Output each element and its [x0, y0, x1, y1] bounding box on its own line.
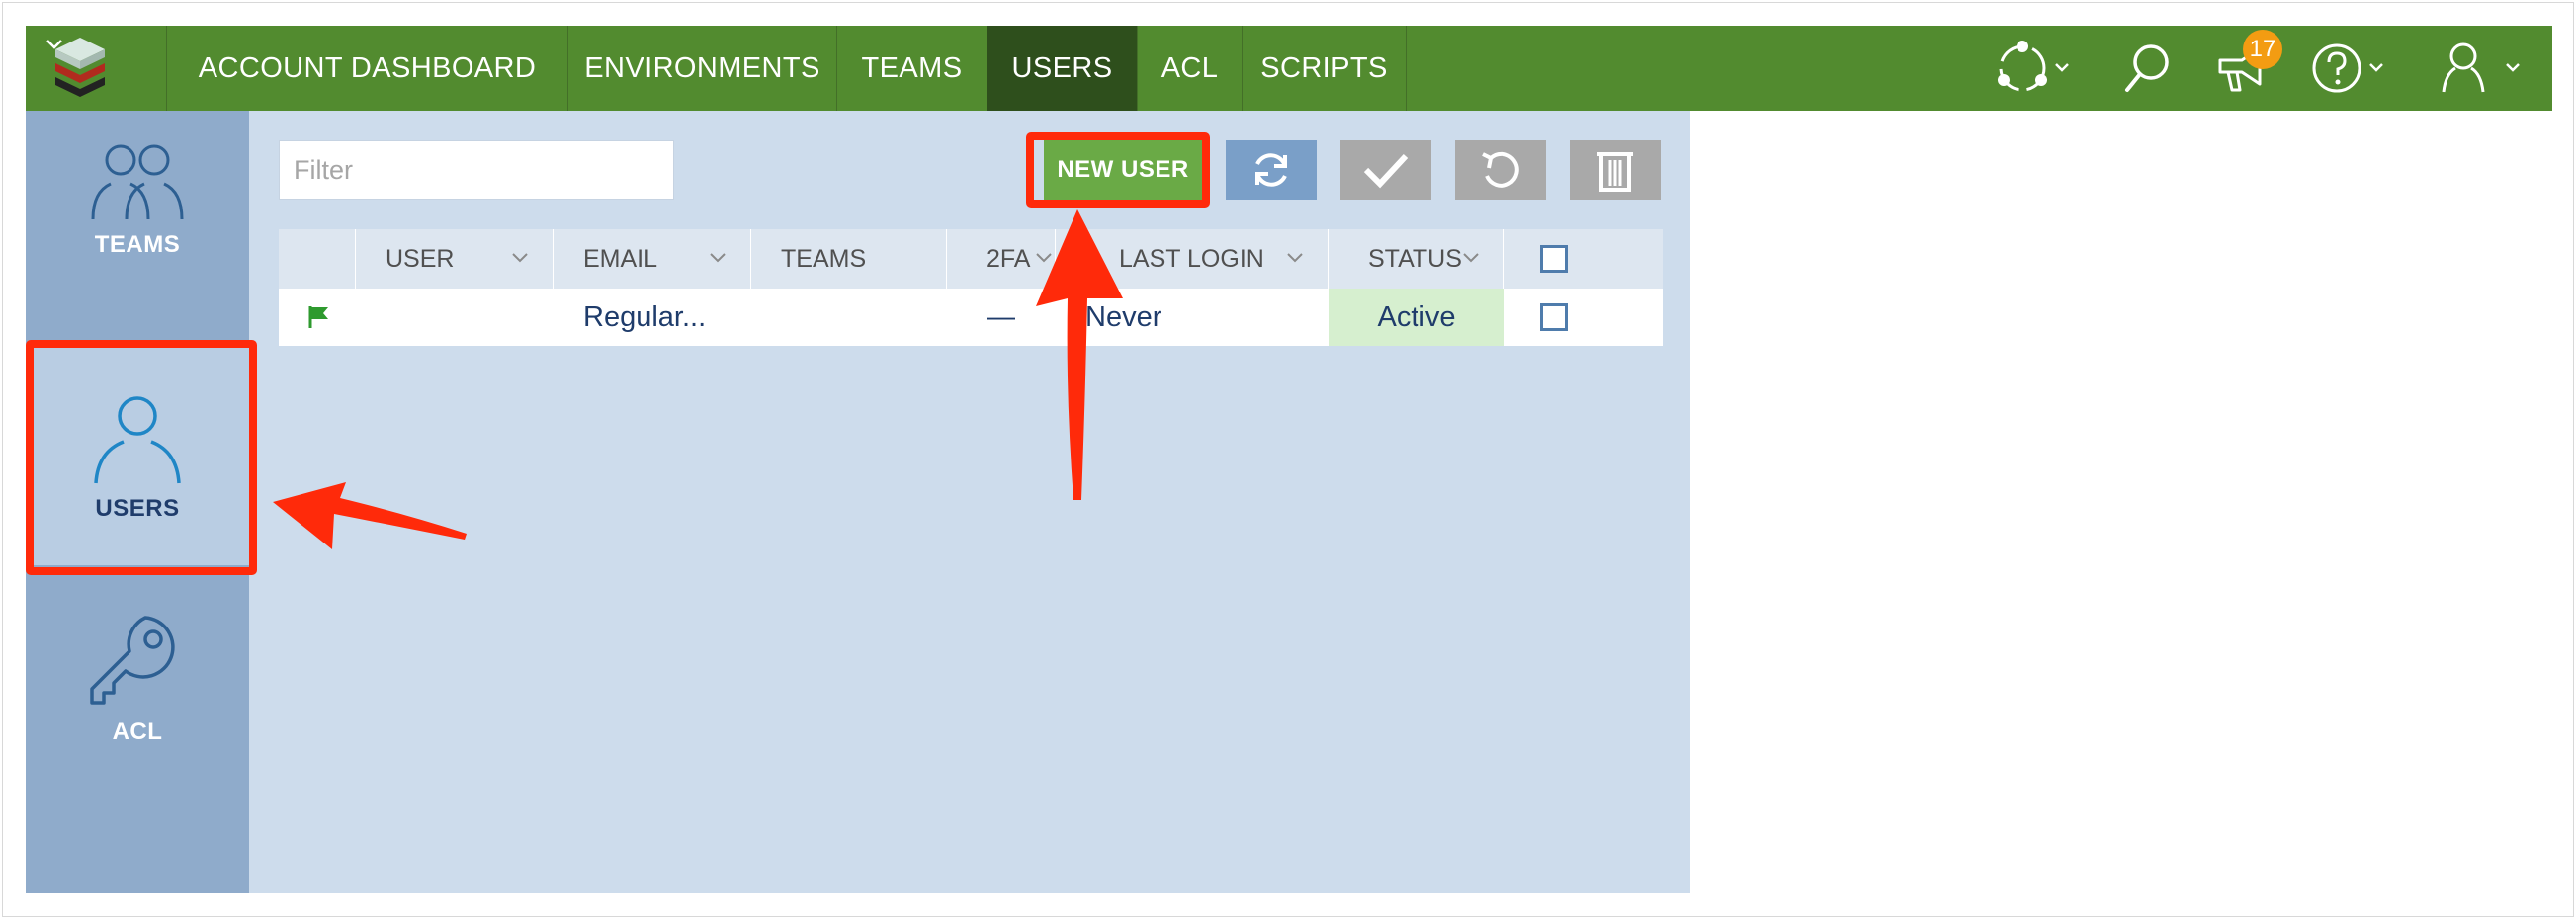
- arrow-left-annotation: [273, 482, 467, 549]
- arrow-up-annotation: [1036, 209, 1123, 500]
- annotation-arrows: [273, 209, 1123, 549]
